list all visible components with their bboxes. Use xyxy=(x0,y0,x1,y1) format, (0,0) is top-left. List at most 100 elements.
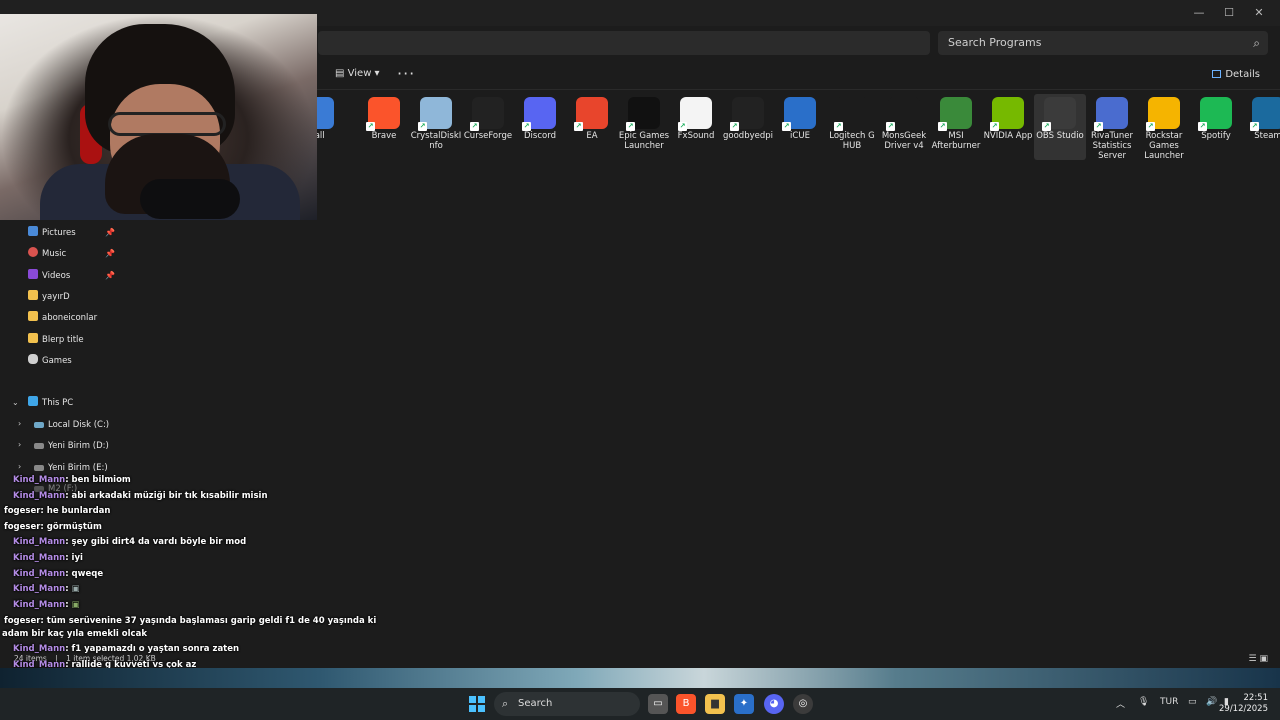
maximize-button[interactable]: ☐ xyxy=(1214,4,1244,22)
close-button[interactable]: ✕ xyxy=(1244,4,1274,22)
epic-games-icon: ↗ xyxy=(626,97,660,131)
shortcut-arrow-icon: ↗ xyxy=(366,122,375,131)
nav-item-videos[interactable]: Videos xyxy=(28,269,70,283)
show-hidden-icons[interactable]: ︿ xyxy=(1116,697,1125,710)
chat-username: fogeser xyxy=(4,522,41,532)
shortcut-arrow-icon: ↗ xyxy=(1250,122,1259,131)
app-shortcut[interactable]: ↗ NVIDIA App xyxy=(982,94,1034,141)
minimize-button[interactable]: — xyxy=(1184,4,1214,22)
monsgeek-icon: ↗ xyxy=(886,97,920,131)
taskbar: ⌕ Search ▭ B ▆ ✦ ◕ ◎ ︿ 🎙 TUR ▭ 🔊 ▮ 22:51… xyxy=(0,688,1280,720)
chevron-down-icon: ▾ xyxy=(371,68,380,79)
address-bar[interactable] xyxy=(318,31,930,55)
app-label: Logitech G HUB xyxy=(829,131,875,151)
chat-username: fogeser xyxy=(4,616,41,626)
discord-icon[interactable]: ◕ xyxy=(764,694,784,714)
search-input[interactable]: Search Programs ⌕ xyxy=(938,31,1268,55)
details-button[interactable]: Details xyxy=(1212,69,1260,80)
folder-icon xyxy=(28,311,38,321)
nvidia-icon: ↗ xyxy=(990,97,1024,131)
nav-item-this-pc[interactable]: This PC xyxy=(28,396,73,410)
shortcut-arrow-icon: ↗ xyxy=(782,122,791,131)
folder-icon xyxy=(28,290,38,300)
chat-message: adam bir kaç yıla emekli olcak xyxy=(2,628,147,640)
obs-icon[interactable]: ◎ xyxy=(793,694,813,714)
app-label: Steam xyxy=(1254,131,1280,141)
app-shortcut[interactable]: ↗ CrystalDiskInfo xyxy=(410,94,462,151)
nav-item-pictures[interactable]: Pictures xyxy=(28,226,76,240)
nav-item-games[interactable]: Games xyxy=(28,354,72,368)
chat-username: Kind_Mann xyxy=(13,584,66,594)
chat-message: fogeser: görmüştüm xyxy=(4,521,102,533)
nav-item-blerp-title[interactable]: Blerp title xyxy=(28,333,84,347)
nav-item-aboneiconlar[interactable]: aboneiconlar xyxy=(28,311,97,325)
network-icon[interactable]: ▭ xyxy=(1188,697,1197,707)
nav-item-yayird[interactable]: yayırD xyxy=(28,290,70,304)
chevron-down-icon[interactable]: ⌄ xyxy=(12,398,19,407)
chat-message: Kind_Mann: f1 yapamazdı o yaştan sonra z… xyxy=(13,643,239,655)
chat-text: : iyi xyxy=(65,553,83,563)
nav-item-drive-e[interactable]: Yeni Birim (E:) xyxy=(34,461,108,475)
app-shortcut[interactable]: ↗ Spotify xyxy=(1190,94,1242,141)
app-shortcut[interactable]: ↗ Rockstar Games Launcher xyxy=(1138,94,1190,161)
app-shortcut[interactable]: ↗ Discord xyxy=(514,94,566,141)
app-label: CrystalDiskInfo xyxy=(410,131,462,151)
app-shortcut[interactable]: ↗ CurseForge xyxy=(462,94,514,141)
app-shortcut[interactable]: ↗ Logitech G HUB xyxy=(826,94,878,151)
layout-toggle: ☰ ▣ xyxy=(1249,654,1268,664)
chat-text: : şey gibi dirt4 da vardı böyle bir mod xyxy=(65,537,247,547)
app-shortcut[interactable]: ↗ goodbyedpi xyxy=(722,94,774,141)
app-label: RivaTuner Statistics Server xyxy=(1091,131,1133,161)
shortcut-arrow-icon: ↗ xyxy=(678,122,687,131)
more-options-button[interactable]: ··· xyxy=(397,64,415,83)
taskbar-search[interactable]: ⌕ Search xyxy=(494,692,640,716)
chevron-right-icon[interactable]: › xyxy=(18,440,21,449)
brave-icon[interactable]: B xyxy=(676,694,696,714)
nav-item-drive-c[interactable]: Local Disk (C:) xyxy=(34,418,109,432)
chevron-right-icon[interactable]: › xyxy=(18,462,21,471)
app-shortcut[interactable]: ↗ Steam xyxy=(1242,94,1280,141)
shortcut-arrow-icon: ↗ xyxy=(886,122,895,131)
nav-item-drive-d[interactable]: Yeni Birim (D:) xyxy=(34,439,109,453)
rockstar-icon: ↗ xyxy=(1146,97,1180,131)
chat-text: : f1 yapamazdı o yaştan sonra zaten xyxy=(65,644,240,654)
nav-item-label: Games xyxy=(42,356,72,366)
folder-icon xyxy=(28,333,38,343)
shortcut-arrow-icon: ↗ xyxy=(522,122,531,131)
app-shortcut[interactable]: ↗ EA xyxy=(566,94,618,141)
app-shortcut[interactable]: ↗ FxSound xyxy=(670,94,722,141)
language-indicator[interactable]: TUR xyxy=(1160,697,1178,707)
obs-icon: ↗ xyxy=(1042,97,1076,131)
nav-item-label: Pictures xyxy=(42,228,76,238)
chat-message: fogeser: tüm serüvenine 37 yaşında başla… xyxy=(4,615,376,627)
clock[interactable]: 22:51 29/12/2025 xyxy=(1219,693,1268,715)
chat-message: Kind_Mann: qweqe xyxy=(13,568,103,580)
app-shortcut[interactable]: ↗ MonsGeek Driver v4 xyxy=(878,94,930,151)
nav-item-music[interactable]: Music xyxy=(28,247,66,261)
shortcut-arrow-icon: ↗ xyxy=(470,122,479,131)
details-view-icon[interactable]: ☰ xyxy=(1249,654,1257,664)
chevron-right-icon[interactable]: › xyxy=(18,419,21,428)
view-button[interactable]: ▤ View ▾ xyxy=(335,68,380,79)
app-shortcut[interactable]: ↗ iCUE xyxy=(774,94,826,141)
taskbar-search-label: Search xyxy=(518,698,553,709)
app-shortcut[interactable]: ↗ OBS Studio xyxy=(1034,94,1086,160)
volume-icon[interactable]: 🔊 xyxy=(1206,697,1217,707)
app-shortcut[interactable]: ↗ Brave xyxy=(358,94,410,141)
large-icons-view-icon[interactable]: ▣ xyxy=(1259,654,1268,664)
microphone-icon[interactable]: 🎙 xyxy=(1138,697,1149,707)
app-shortcut[interactable]: ↗ Epic Games Launcher xyxy=(618,94,670,151)
app-shortcut[interactable]: ↗ RivaTuner Statistics Server xyxy=(1086,94,1138,161)
app-label: NVIDIA App xyxy=(983,131,1033,141)
task-view-icon[interactable]: ▭ xyxy=(648,694,668,714)
app-label: FxSound xyxy=(677,131,715,141)
start-button[interactable] xyxy=(469,696,485,712)
icue-icon[interactable]: ✦ xyxy=(734,694,754,714)
spotify-icon: ↗ xyxy=(1198,97,1232,131)
music-icon xyxy=(28,247,38,257)
videos-icon xyxy=(28,269,38,279)
app-shortcut[interactable]: ↗ MSI Afterburner xyxy=(930,94,982,151)
nav-item-label: Videos xyxy=(42,271,71,281)
pin-icon: 📌 xyxy=(105,249,115,258)
file-explorer-icon[interactable]: ▆ xyxy=(705,694,725,714)
